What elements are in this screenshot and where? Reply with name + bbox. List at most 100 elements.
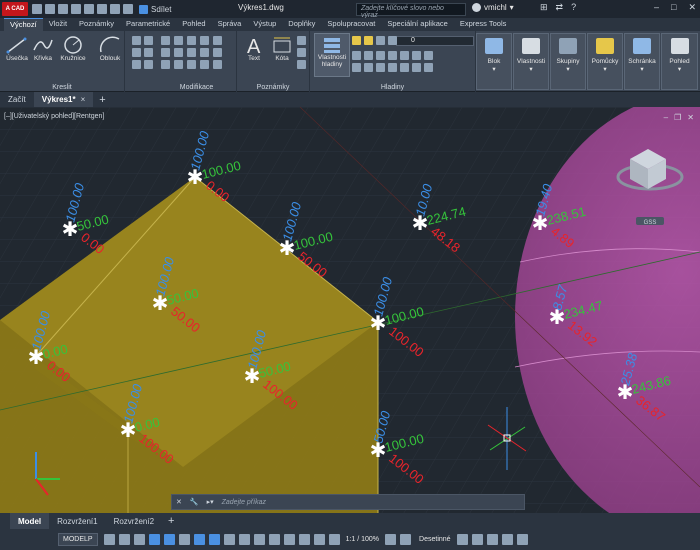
- layer-tool-icon[interactable]: [388, 63, 397, 72]
- layers-group-label[interactable]: Hladiny: [310, 84, 475, 91]
- tab-start[interactable]: Začít: [0, 92, 34, 107]
- add-tab-icon[interactable]: +: [99, 94, 105, 106]
- tab-express-tools[interactable]: Express Tools: [454, 18, 513, 31]
- dimension-tool[interactable]: Kóta: [267, 35, 297, 62]
- selection-cycling-icon[interactable]: [253, 534, 265, 545]
- print-icon[interactable]: [97, 4, 107, 14]
- command-history-icon[interactable]: ▸▾: [203, 498, 218, 506]
- clipboard-button[interactable]: Schránka ▾: [624, 33, 660, 90]
- text-tool[interactable]: A Text: [239, 35, 269, 62]
- layer-tool-icon[interactable]: [376, 51, 385, 60]
- model-space-button[interactable]: MODELP: [58, 533, 98, 546]
- minimize-icon[interactable]: –: [654, 2, 659, 13]
- close-icon[interactable]: ✕: [172, 498, 186, 506]
- array-icon[interactable]: [187, 60, 196, 69]
- tab-annotate[interactable]: Poznámky: [73, 18, 120, 31]
- chevron-down-icon[interactable]: [200, 48, 209, 57]
- annotation-group-label[interactable]: Poznámky: [237, 84, 309, 91]
- units-display[interactable]: Desetinné: [419, 536, 451, 543]
- share-button[interactable]: Sdílet: [139, 4, 171, 14]
- drawing-viewport[interactable]: GSS ✱ 100.00 50.00 0.00 ✱ 100.00 100.00 0.00 ✱ 10…: [0, 107, 700, 513]
- rotate-icon[interactable]: [174, 36, 183, 45]
- view-button[interactable]: Pohled ▾: [661, 33, 698, 90]
- selection-filter-icon[interactable]: [298, 534, 310, 545]
- layer-tool-icon[interactable]: [400, 51, 409, 60]
- open-icon[interactable]: [45, 4, 55, 14]
- plus-icon[interactable]: [400, 534, 412, 545]
- utilities-button[interactable]: Pomůcky ▾: [587, 33, 623, 90]
- tab-parametric[interactable]: Parametrické: [120, 18, 176, 31]
- ortho-icon[interactable]: [148, 534, 160, 545]
- layer-tool-icon[interactable]: [400, 63, 409, 72]
- properties-button[interactable]: Vlastnosti ▾: [513, 33, 549, 90]
- mirror-icon[interactable]: [174, 48, 183, 57]
- draw-group-label[interactable]: Kreslit: [0, 84, 124, 91]
- annotation-visibility-icon[interactable]: [328, 534, 340, 545]
- web-icon[interactable]: [84, 4, 94, 14]
- maximize-icon[interactable]: □: [671, 2, 676, 13]
- layer-tool-icon[interactable]: [412, 51, 421, 60]
- quick-properties-icon[interactable]: [456, 534, 468, 545]
- tab-home[interactable]: Výchozí: [4, 18, 43, 31]
- new-icon[interactable]: [32, 4, 42, 14]
- save-as-icon[interactable]: [71, 4, 81, 14]
- leader-icon[interactable]: [297, 48, 306, 57]
- 3d-osnap-icon[interactable]: [268, 534, 280, 545]
- tab-layout1[interactable]: Rozvržení1: [49, 513, 105, 529]
- trim-icon[interactable]: [187, 36, 196, 45]
- layer-tool-icon[interactable]: [352, 51, 361, 60]
- layer-tool-icon[interactable]: [412, 63, 421, 72]
- command-line[interactable]: ✕ 🔧 ▸▾ Zadejte příkaz: [171, 494, 525, 510]
- save-icon[interactable]: [58, 4, 68, 14]
- tab-output[interactable]: Výstup: [247, 18, 282, 31]
- drawing-canvas[interactable]: GSS ✱100.0050.000.00✱100.00100.000.00✱10…: [0, 107, 700, 513]
- move-icon[interactable]: [161, 36, 170, 45]
- lock-icon[interactable]: [376, 36, 385, 45]
- gear-icon[interactable]: [385, 534, 397, 545]
- tab-view[interactable]: Pohled: [176, 18, 211, 31]
- layer-tool-icon[interactable]: [352, 63, 361, 72]
- erase-icon[interactable]: [213, 36, 222, 45]
- lightbulb-icon[interactable]: [352, 36, 361, 45]
- command-input[interactable]: Zadejte příkaz: [222, 499, 266, 506]
- layer-tool-icon[interactable]: [424, 51, 433, 60]
- layer-tool-icon[interactable]: [364, 51, 373, 60]
- osnap-tracking-icon[interactable]: [193, 534, 205, 545]
- transparency-icon[interactable]: [238, 534, 250, 545]
- table-icon[interactable]: [297, 36, 306, 45]
- hatch-icon[interactable]: [144, 36, 153, 45]
- infer-icon[interactable]: [133, 534, 145, 545]
- lock-ui-icon[interactable]: [471, 534, 483, 545]
- wrench-icon[interactable]: 🔧: [186, 498, 203, 506]
- point-icon[interactable]: [132, 60, 141, 69]
- user-account[interactable]: vmichl ▾: [472, 3, 514, 12]
- tab-addins[interactable]: Doplňky: [282, 18, 321, 31]
- explode-icon[interactable]: [213, 48, 222, 57]
- block-button[interactable]: Blok ▾: [476, 33, 512, 90]
- layer-tool-icon[interactable]: [364, 63, 373, 72]
- layer-tool-icon[interactable]: [388, 51, 397, 60]
- undo-icon[interactable]: [110, 4, 120, 14]
- minimize-icon[interactable]: –: [664, 113, 668, 122]
- help-icon[interactable]: ?: [571, 2, 576, 13]
- polar-icon[interactable]: [163, 534, 175, 545]
- layer-properties-button[interactable]: Vlastnosti hladiny: [314, 33, 350, 77]
- tab-insert[interactable]: Vložit: [43, 18, 73, 31]
- close-icon[interactable]: ✕: [687, 113, 694, 122]
- add-layout-icon[interactable]: +: [168, 515, 174, 527]
- isodraft-icon[interactable]: [178, 534, 190, 545]
- snap-icon[interactable]: [118, 534, 130, 545]
- viewport-label[interactable]: [–][Uživatelský pohled][Rentgen]: [4, 113, 104, 120]
- close-icon[interactable]: ✕: [688, 2, 696, 13]
- circle-tool[interactable]: Kružnice: [58, 35, 88, 62]
- copy-icon[interactable]: [161, 48, 170, 57]
- offset-icon[interactable]: [213, 60, 222, 69]
- scale-icon[interactable]: [174, 60, 183, 69]
- tab-model[interactable]: Model: [10, 513, 50, 529]
- layer-tool-icon[interactable]: [376, 63, 385, 72]
- stretch-icon[interactable]: [161, 60, 170, 69]
- tab-collaborate[interactable]: Spolupracovat: [321, 18, 381, 31]
- color-icon[interactable]: [388, 36, 397, 45]
- region-icon[interactable]: [144, 60, 153, 69]
- fillet-icon[interactable]: [187, 48, 196, 57]
